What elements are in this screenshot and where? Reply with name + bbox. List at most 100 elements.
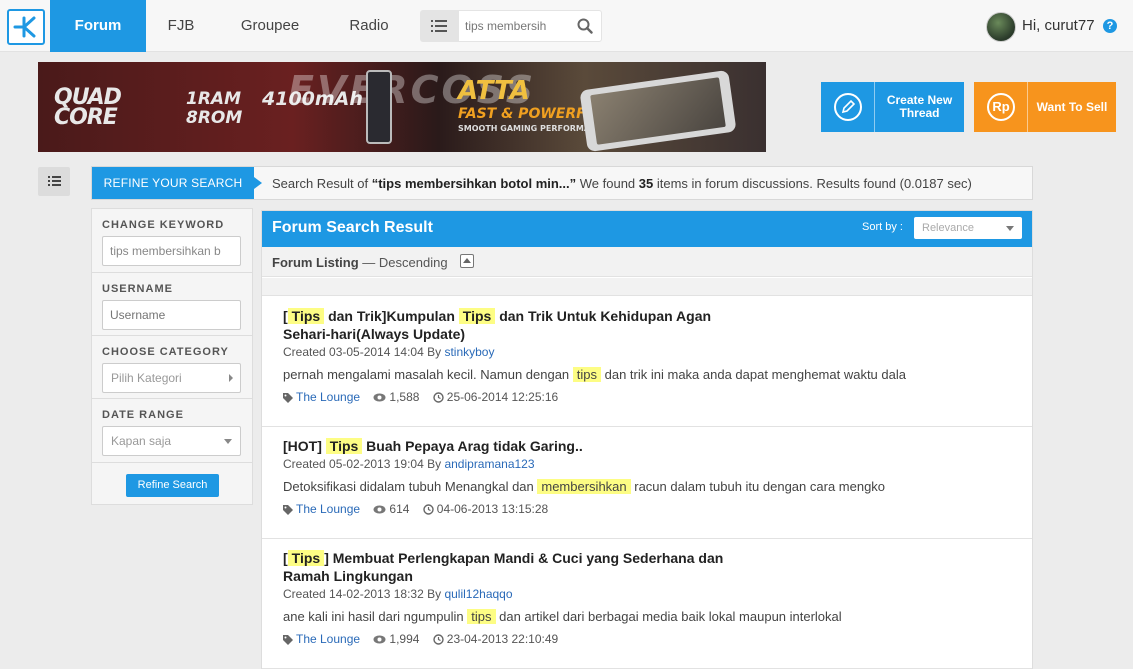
nav-fjb[interactable]: FJB (150, 0, 212, 52)
snippet-part: ane kali ini hasil dari ngumpulin (283, 609, 468, 624)
nav-forum[interactable]: Forum (50, 0, 146, 52)
rupiah-icon-box: Rp (974, 82, 1028, 132)
want-to-sell-label: Want To Sell (1036, 99, 1108, 114)
snippet-highlight: tips (467, 609, 496, 624)
results-header: Forum Search Result Sort by : Relevance (262, 211, 1032, 247)
sort-select[interactable]: Relevance (914, 217, 1022, 239)
chevron-down-icon (1006, 226, 1014, 231)
top-navigation: Forum FJB Groupee Radio Hi, curut77 ? (0, 0, 1133, 52)
banner-text-product: ATTA (458, 76, 530, 106)
listing-bar: Forum Listing — Descending (262, 247, 1032, 277)
filter-panel: CHANGE KEYWORD USERNAME CHOOSE CATEGORY … (91, 208, 253, 505)
thread-footer: The Lounge 1,994 23-04-2013 22:10:49 (283, 632, 568, 646)
summary-mid: We found (576, 176, 639, 191)
tag-icon (283, 634, 293, 645)
author-link[interactable]: stinkyboy (444, 345, 494, 359)
banner-text-cpu: QUAD CORE (54, 85, 122, 130)
thread-views: 1,588 (373, 390, 419, 404)
last-post-time: 23-04-2013 22:10:49 (446, 632, 559, 646)
help-icon[interactable]: ? (1103, 19, 1117, 33)
keyword-input[interactable] (102, 236, 241, 266)
thread-title[interactable]: [Tips dan Trik]Kumpulan Tips dan Trik Un… (283, 307, 743, 343)
created-text: Created 14-02-2013 18:32 By (283, 587, 445, 601)
last-post-time: 25-06-2014 12:25:16 (446, 390, 559, 404)
create-new-thread-label: Create New Thread (886, 93, 953, 120)
thread-footer: The Lounge 614 04-06-2013 13:15:28 (283, 502, 558, 516)
date-range-select[interactable]: Kapan saja (102, 426, 241, 456)
category-select[interactable]: Pilih Kategori (102, 363, 241, 393)
thread-last-post: 23-04-2013 22:10:49 (433, 632, 558, 646)
nav-groupee[interactable]: Groupee (224, 0, 316, 52)
thread-category: The Lounge (283, 632, 360, 646)
thread-snippet: Detoksifikasi didalam tubuh Menangkal da… (283, 479, 885, 494)
thread-last-post: 04-06-2013 13:15:28 (423, 502, 548, 516)
banner-tablet-image (579, 69, 737, 152)
thread-footer: The Lounge 1,588 25-06-2014 12:25:16 (283, 390, 568, 404)
keyword-label: CHANGE KEYWORD (102, 219, 225, 231)
category-link[interactable]: The Lounge (296, 632, 360, 646)
create-new-thread-button[interactable]: Create New Thread (821, 82, 964, 132)
title-part: Buah Pepaya Arag tidak Garing.. (362, 438, 583, 454)
thread-title[interactable]: [HOT] Tips Buah Pepaya Arag tidak Garing… (283, 437, 743, 455)
results-title: Forum Search Result (272, 219, 433, 236)
filter-category-section: CHOOSE CATEGORY Pilih Kategori (92, 336, 252, 399)
snippet-part: pernah mengalami masalah kecil. Namun de… (283, 367, 573, 382)
banner-text-memory: 1RAM 8ROM (186, 89, 243, 128)
last-post-time: 04-06-2013 13:15:28 (436, 502, 549, 516)
user-greeting[interactable]: Hi, curut77 (1022, 17, 1095, 34)
title-highlight: Tips (287, 550, 325, 566)
snippet-part: dan artikel dari berbagai media baik lok… (495, 609, 842, 624)
view-count: 1,588 (389, 390, 420, 404)
sort-label: Sort by : (862, 221, 903, 233)
list-icon[interactable] (420, 10, 458, 42)
tag-icon (283, 392, 293, 403)
refine-search-button[interactable]: Refine Search (126, 474, 219, 497)
refine-bar: REFINE YOUR SEARCH Search Result of “tip… (91, 166, 1033, 200)
rupiah-icon: Rp (987, 93, 1015, 121)
search-icon[interactable] (577, 18, 593, 34)
banner-phone-image (366, 70, 392, 144)
thread-category: The Lounge (283, 390, 360, 404)
clock-icon (433, 392, 444, 404)
view-count: 614 (389, 502, 410, 516)
search-result-summary: Search Result of “tips membersihkan boto… (272, 176, 972, 191)
thread-title[interactable]: [Tips] Membuat Perlengkapan Mandi & Cuci… (283, 549, 733, 585)
author-link[interactable]: andipramana123 (444, 457, 534, 471)
date-value: Kapan saja (111, 434, 172, 448)
search-input[interactable] (465, 15, 565, 37)
eye-icon (373, 635, 386, 644)
category-link[interactable]: The Lounge (296, 390, 360, 404)
snippet-highlight: membersihkan (537, 479, 631, 494)
clock-icon (433, 634, 444, 646)
thread-item: [Tips dan Trik]Kumpulan Tips dan Trik Un… (262, 297, 1032, 427)
banner-ad[interactable]: QUAD CORE 1RAM 8ROM 4100mAh EVERCOSS ATT… (38, 62, 766, 152)
nav-radio[interactable]: Radio (334, 0, 404, 52)
category-link[interactable]: The Lounge (296, 502, 360, 516)
thread-last-post: 25-06-2014 12:25:16 (433, 390, 558, 404)
title-part: [ (283, 308, 288, 324)
sidebar-toggle-icon[interactable] (38, 167, 70, 196)
listing-text: Forum Listing — Descending (272, 255, 448, 270)
refine-your-search-tab[interactable]: REFINE YOUR SEARCH (92, 167, 262, 199)
eye-icon (373, 393, 386, 402)
created-text: Created 03-05-2014 14:04 By (283, 345, 445, 359)
thread-snippet: ane kali ini hasil dari ngumpulin tips d… (283, 609, 842, 624)
kaskus-logo-icon[interactable] (7, 9, 45, 45)
filter-username-section: USERNAME (92, 273, 252, 336)
username-input[interactable] (102, 300, 241, 330)
thread-snippet: pernah mengalami masalah kecil. Namun de… (283, 367, 906, 382)
summary-suffix: items in forum discussions. Results foun… (653, 176, 972, 191)
collapse-icon[interactable] (460, 254, 474, 268)
created-text: Created 05-02-2013 19:04 By (283, 457, 445, 471)
listing-label: Forum Listing (272, 255, 359, 270)
thread-item: [Tips] Membuat Perlengkapan Mandi & Cuci… (262, 539, 1032, 669)
title-highlight: Tips (325, 438, 363, 454)
listing-order: — Descending (358, 255, 448, 270)
snippet-highlight: tips (572, 367, 602, 382)
author-link[interactable]: qulil12haqqo (444, 587, 512, 601)
tag-icon (283, 504, 293, 515)
avatar[interactable] (986, 12, 1016, 42)
category-label: CHOOSE CATEGORY (102, 346, 229, 358)
date-label: DATE RANGE (102, 409, 184, 421)
want-to-sell-button[interactable]: Rp Want To Sell (974, 82, 1116, 132)
